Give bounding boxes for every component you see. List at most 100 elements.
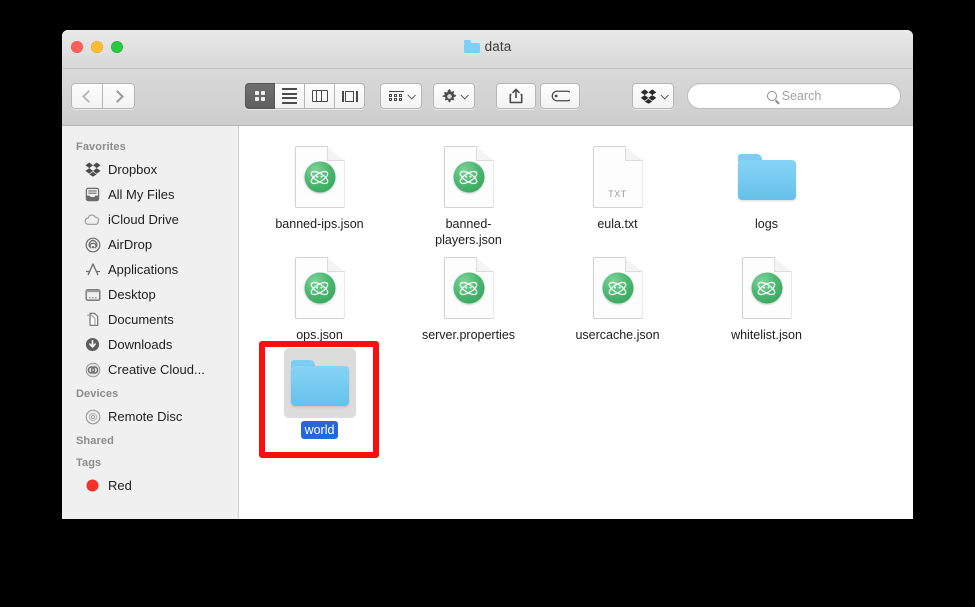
icloud-icon xyxy=(84,211,101,228)
file-thumbnail xyxy=(284,253,356,323)
atom-badge-icon xyxy=(304,161,335,193)
atom-badge-icon xyxy=(453,272,484,304)
file-label: usercache.json xyxy=(575,328,660,342)
chevron-down-icon xyxy=(406,91,416,100)
file-thumbnail xyxy=(284,142,356,212)
sidebar-item-label: Downloads xyxy=(108,337,173,352)
file-browser-content[interactable]: banned-ips.json banned-players.json TXT … xyxy=(239,126,913,519)
file-item-world[interactable]: world xyxy=(245,348,394,439)
file-label: eula.txt xyxy=(597,217,638,231)
sidebar-section-tags: Tags xyxy=(76,457,102,469)
view-switcher xyxy=(245,83,365,109)
traffic-lights xyxy=(71,41,123,53)
tag-icon xyxy=(551,90,570,102)
atom-badge-icon xyxy=(751,272,782,304)
sidebar-item-label: All My Files xyxy=(108,187,175,202)
maximize-button[interactable] xyxy=(111,41,123,53)
sidebar-item-all-my-files[interactable]: All My Files xyxy=(62,182,238,207)
sidebar-item-label: Remote Disc xyxy=(108,409,183,424)
file-item[interactable]: TXT eula.txt xyxy=(543,142,692,249)
sidebar-item-dropbox[interactable]: Dropbox xyxy=(62,157,238,182)
sidebar-item-label: Applications xyxy=(108,262,179,277)
sidebar-item-applications[interactable]: Applications xyxy=(62,257,238,282)
chevron-down-icon xyxy=(659,91,669,100)
file-item[interactable]: logs xyxy=(692,142,841,249)
file-extension-label: TXT xyxy=(608,189,627,199)
sidebar-item-label: Dropbox xyxy=(108,162,158,177)
sidebar-item-creative-cloud[interactable]: Creative Cloud... xyxy=(62,357,238,382)
back-button[interactable] xyxy=(71,83,103,109)
sidebar-item-label: Red xyxy=(108,478,132,493)
file-item[interactable]: banned-ips.json xyxy=(245,142,394,249)
file-thumbnail xyxy=(433,142,505,212)
arrange-icon xyxy=(388,90,404,102)
tags-button[interactable] xyxy=(540,83,580,109)
coverflow-view-button[interactable] xyxy=(335,83,365,109)
sidebar-section-shared: Shared xyxy=(76,435,114,447)
sidebar-item-downloads[interactable]: Downloads xyxy=(62,332,238,357)
list-view-button[interactable] xyxy=(275,83,305,109)
list-icon xyxy=(282,88,297,104)
folder-icon xyxy=(463,40,480,53)
navigation-buttons xyxy=(71,83,135,109)
window-title-group: data xyxy=(62,39,913,54)
toolbar: Search xyxy=(62,69,913,126)
atom-badge-icon xyxy=(453,161,484,193)
sidebar-item-label: Creative Cloud... xyxy=(108,362,205,377)
sidebar-section-devices: Devices xyxy=(76,388,119,400)
file-item[interactable]: whitelist.json xyxy=(692,253,841,344)
sidebar-item-documents[interactable]: Documents xyxy=(62,307,238,332)
sidebar-item-label: Desktop xyxy=(108,287,156,302)
chevron-right-icon xyxy=(110,89,124,103)
atom-file-icon xyxy=(294,146,345,208)
share-icon xyxy=(509,88,523,104)
sidebar-item-airdrop[interactable]: AirDrop xyxy=(62,232,238,257)
sidebar-item-desktop[interactable]: Desktop xyxy=(62,282,238,307)
minimize-button[interactable] xyxy=(91,41,103,53)
sidebar-item-icloud-drive[interactable]: iCloud Drive xyxy=(62,207,238,232)
file-label: whitelist.json xyxy=(731,328,802,342)
file-thumbnail: TXT xyxy=(582,142,654,212)
sidebar-item-tag-red[interactable]: Red xyxy=(62,473,238,498)
arrange-button[interactable] xyxy=(380,83,422,109)
action-button[interactable] xyxy=(433,83,475,109)
gear-icon xyxy=(441,88,456,102)
atom-file-icon xyxy=(592,257,643,319)
search-icon xyxy=(766,91,777,101)
forward-button[interactable] xyxy=(103,83,135,109)
file-label: banned-ips.json xyxy=(275,217,364,231)
sidebar-item-label: iCloud Drive xyxy=(108,212,179,227)
column-view-button[interactable] xyxy=(305,83,335,109)
text-file-icon: TXT xyxy=(592,146,643,208)
page-title: data xyxy=(484,39,512,54)
file-thumbnail xyxy=(433,253,505,323)
dropbox-toolbar-button[interactable] xyxy=(632,83,674,109)
sidebar-section-favorites: Favorites xyxy=(76,141,126,153)
file-item[interactable]: banned-players.json xyxy=(394,142,543,249)
dropbox-icon xyxy=(640,88,656,104)
close-button[interactable] xyxy=(71,41,83,53)
airdrop-icon xyxy=(84,236,101,253)
documents-icon xyxy=(84,311,101,328)
columns-icon xyxy=(311,90,328,102)
chevron-down-icon xyxy=(459,91,469,100)
search-input[interactable]: Search xyxy=(687,83,901,109)
share-button[interactable] xyxy=(496,83,536,109)
file-label: server.properties xyxy=(421,328,516,342)
file-item[interactable]: server.properties xyxy=(394,253,543,344)
atom-file-icon xyxy=(443,257,494,319)
atom-badge-icon xyxy=(602,272,633,304)
atom-file-icon xyxy=(443,146,494,208)
file-item[interactable]: usercache.json xyxy=(543,253,692,344)
file-label: world xyxy=(300,421,339,439)
sidebar-item-remote-disc[interactable]: Remote Disc xyxy=(62,404,238,429)
file-item[interactable]: ops.json xyxy=(245,253,394,344)
window-titlebar[interactable]: data xyxy=(62,30,913,69)
folder-icon xyxy=(737,154,796,200)
sidebar-item-label: AirDrop xyxy=(108,237,153,252)
creative-cloud-icon xyxy=(84,361,101,378)
atom-file-icon xyxy=(294,257,345,319)
grid-icon xyxy=(254,90,266,102)
coverflow-icon xyxy=(341,90,358,102)
icon-view-button[interactable] xyxy=(245,83,275,109)
